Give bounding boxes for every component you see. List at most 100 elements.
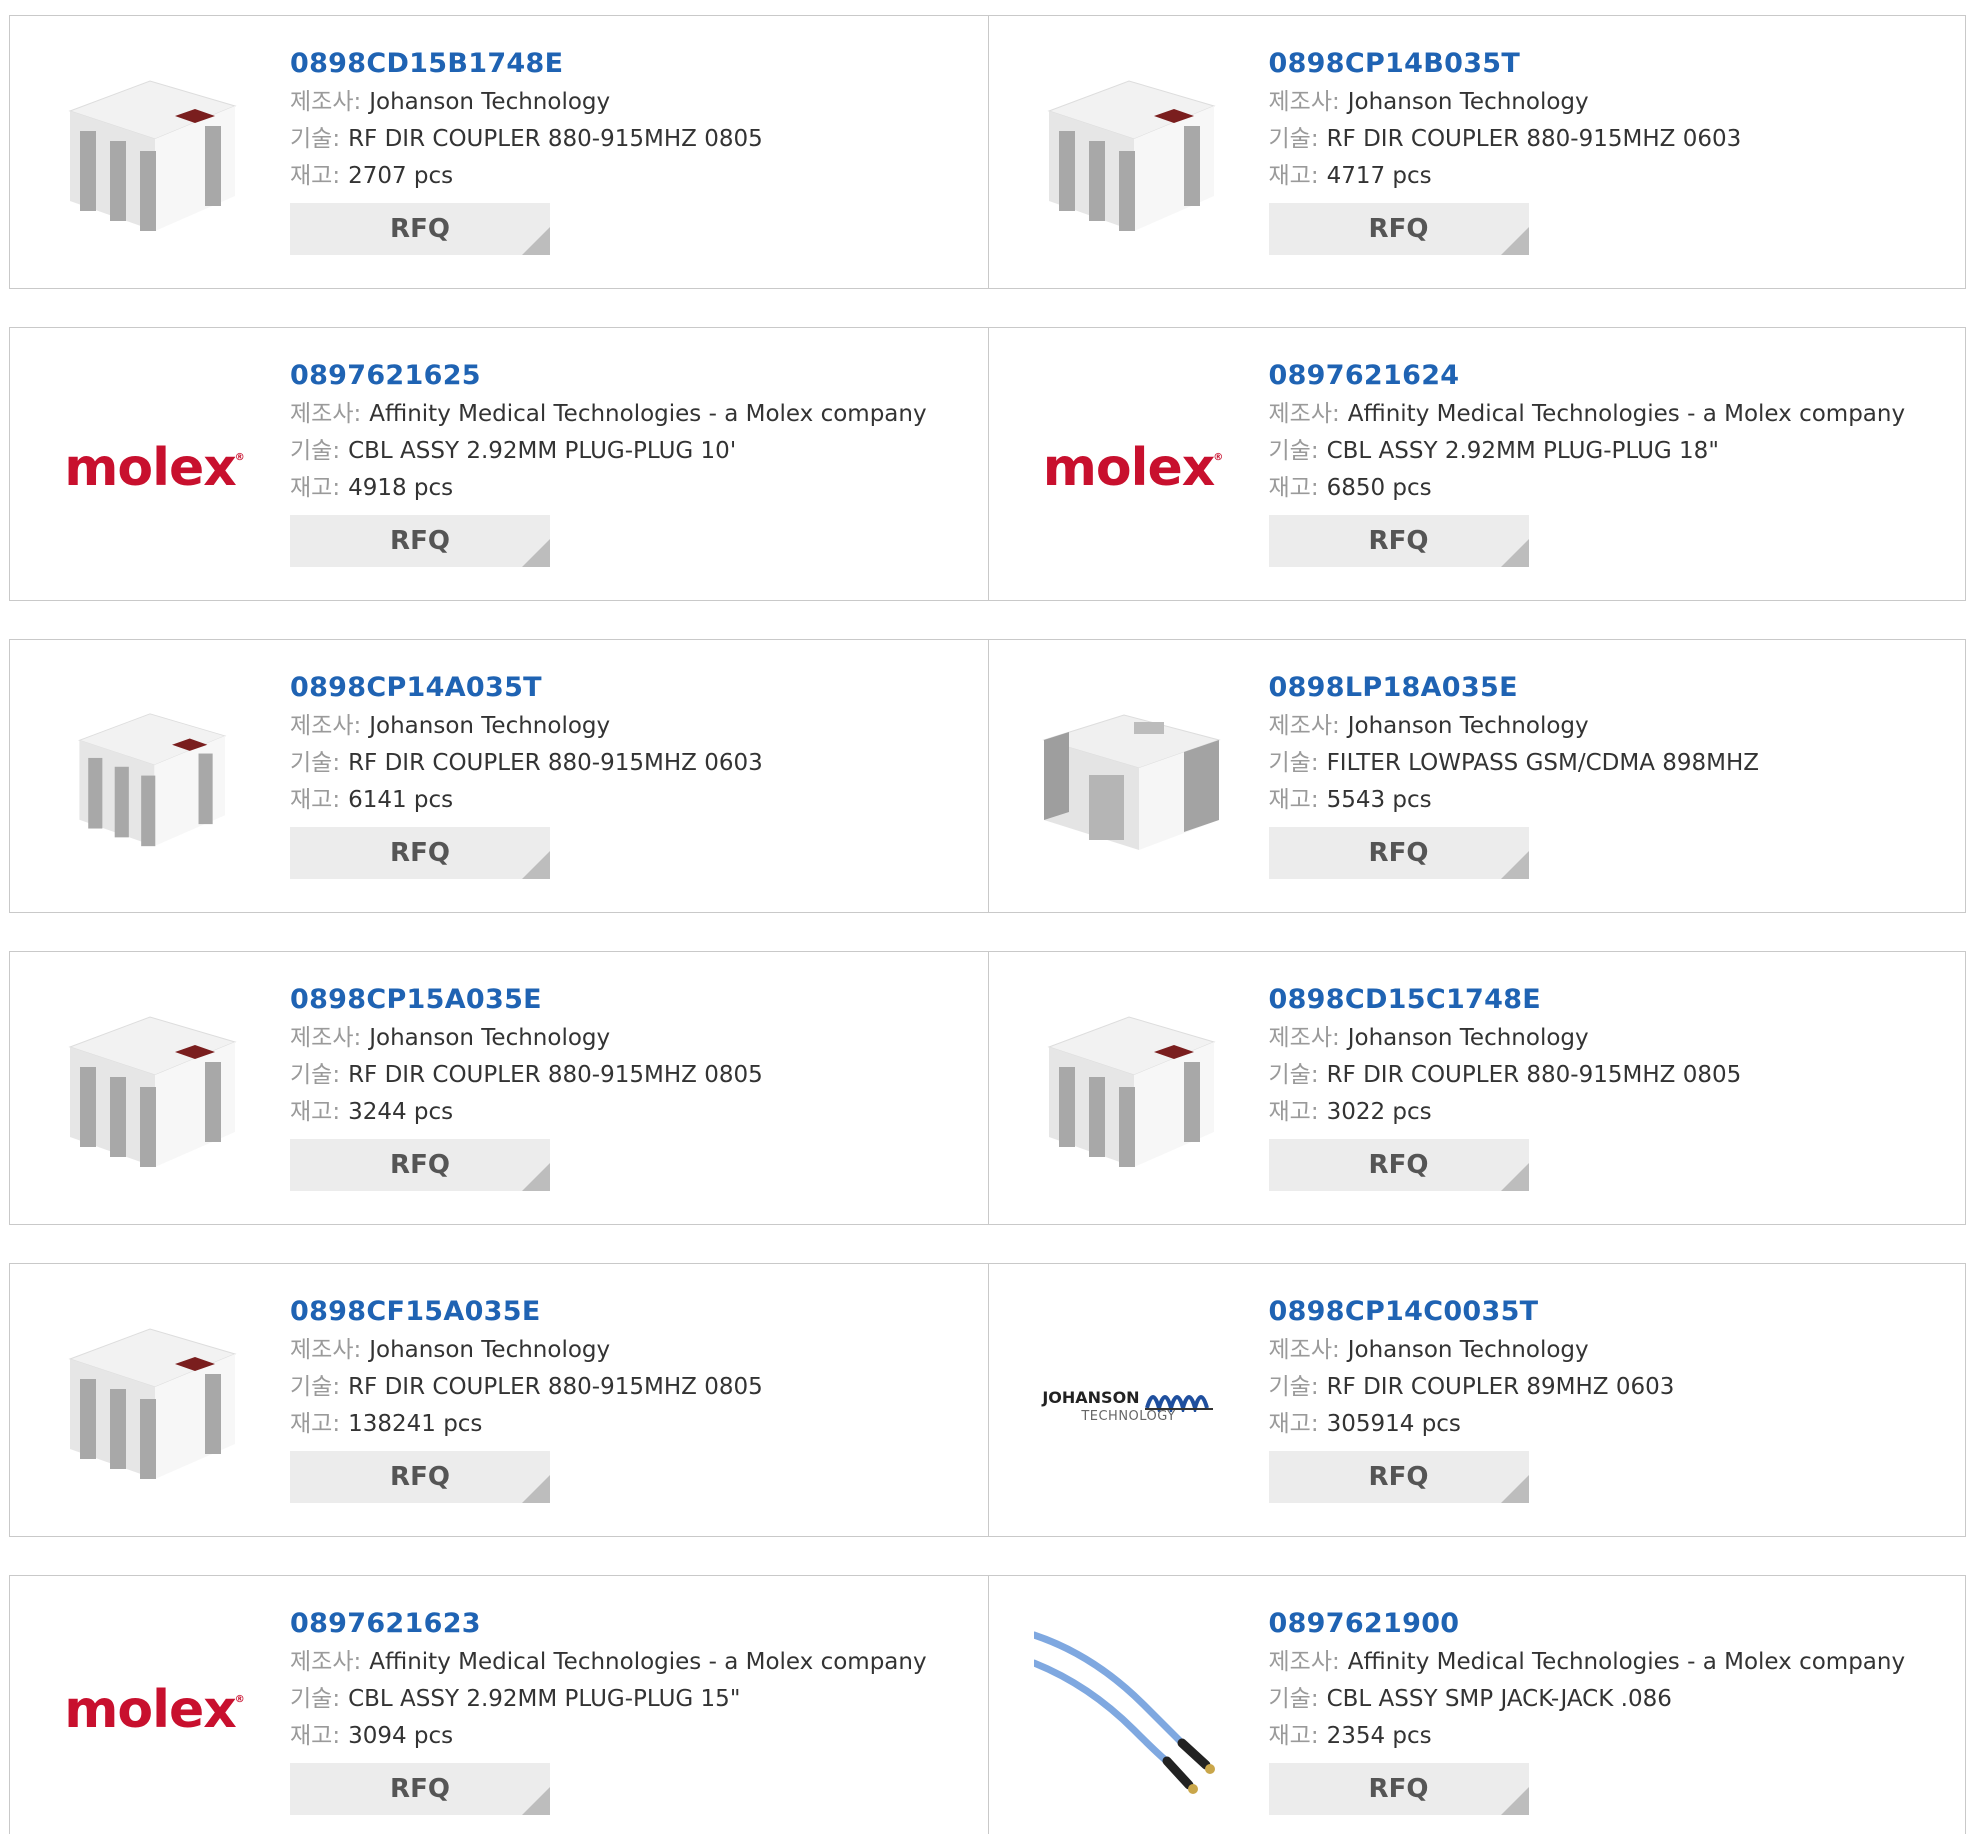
product-card: JOHANSON TECHNOLOGY 0898CP14C0035T 제조사: J… [987, 1264, 1966, 1536]
description-label: 기술: [1268, 1062, 1319, 1088]
part-number-link[interactable]: 0897621623 [290, 1604, 978, 1644]
corner-decoration [522, 1475, 550, 1503]
part-number-link[interactable]: 0897621624 [1269, 356, 1956, 396]
description-value: CBL ASSY 2.92MM PLUG-PLUG 18" [1326, 438, 1719, 464]
part-number-link[interactable]: 0898LP18A035E [1269, 668, 1956, 708]
manufacturer-label: 제조사: [290, 713, 362, 739]
rfq-button[interactable]: RFQ [290, 827, 550, 879]
part-number-link[interactable]: 0898CD15C1748E [1269, 980, 1956, 1020]
rfq-button[interactable]: RFQ [1268, 1139, 1529, 1191]
molex-logo[interactable]: molex ® [50, 368, 250, 568]
rfq-label: RFQ [390, 1462, 450, 1492]
part-number-link[interactable]: 0898CP14A035T [290, 668, 978, 708]
rfq-label: RFQ [390, 526, 450, 556]
rfq-label: RFQ [1368, 526, 1429, 556]
product-card: 0898CP15A035E 제조사: Johanson Technology 기술… [10, 952, 988, 1224]
stock-value: 5543 pcs [1326, 787, 1432, 813]
stock-label: 재고: [1268, 1099, 1319, 1125]
manufacturer-value: Johanson Technology [369, 1337, 611, 1363]
product-card: 0898CP14B035T 제조사: Johanson Technology 기술… [987, 16, 1966, 288]
description-label: 기술: [1268, 438, 1319, 464]
manufacturer-value: Affinity Medical Technologies - a Molex … [1347, 1649, 1906, 1675]
johanson-logo-text: JOHANSON [1042, 1387, 1140, 1407]
rfq-button[interactable]: RFQ [290, 1451, 550, 1503]
description-label: 기술: [290, 126, 341, 152]
product-card: molex ® 0897621624 제조사: Affinity Medical T… [987, 328, 1966, 600]
cable-icon[interactable] [1029, 1610, 1229, 1810]
rfq-button[interactable]: RFQ [1268, 1451, 1529, 1503]
johanson-logo[interactable]: JOHANSON TECHNOLOGY [1029, 1304, 1229, 1504]
description-value: FILTER LOWPASS GSM/CDMA 898MHZ [1326, 750, 1760, 776]
corner-decoration [1500, 539, 1529, 567]
stock-value: 305914 pcs [1326, 1411, 1461, 1437]
johanson-wave-icon [1144, 1395, 1213, 1416]
rfq-label: RFQ [1368, 1150, 1429, 1180]
rfq-button[interactable]: RFQ [290, 1139, 550, 1191]
corner-decoration [1500, 1787, 1529, 1815]
coupler-chip-icon[interactable] [50, 680, 250, 880]
product-card: 0898CD15C1748E 제조사: Johanson Technology 기… [987, 952, 1966, 1224]
stock-label: 재고: [290, 1411, 341, 1437]
coupler-chip-icon[interactable] [50, 56, 250, 256]
product-row: molex ® 0897621625 제조사: Affinity Medical T… [9, 327, 1966, 601]
manufacturer-label: 제조사: [290, 1337, 362, 1363]
rfq-button[interactable]: RFQ [1268, 515, 1529, 567]
coupler-chip-icon[interactable] [1029, 56, 1229, 256]
manufacturer-value: Johanson Technology [369, 1025, 611, 1051]
rfq-button[interactable]: RFQ [1268, 1763, 1529, 1815]
manufacturer-label: 제조사: [1268, 401, 1340, 427]
stock-value: 4918 pcs [348, 475, 454, 501]
description-value: CBL ASSY SMP JACK-JACK .086 [1326, 1686, 1672, 1712]
manufacturer-label: 제조사: [290, 1649, 362, 1675]
part-number-link[interactable]: 0898CP15A035E [290, 980, 978, 1020]
product-grid: 0898CD15B1748E 제조사: Johanson Technology 기… [0, 0, 1969, 1834]
manufacturer-value: Johanson Technology [369, 89, 611, 115]
molex-logo-text: molex [1042, 438, 1216, 498]
molex-logo[interactable]: molex ® [1029, 368, 1229, 568]
rfq-label: RFQ [1368, 214, 1429, 244]
description-value: RF DIR COUPLER 880-915MHZ 0805 [1326, 1062, 1742, 1088]
part-number-link[interactable]: 0898CF15A035E [290, 1292, 978, 1332]
manufacturer-label: 제조사: [290, 89, 362, 115]
corner-decoration [1500, 227, 1529, 255]
part-number-link[interactable]: 0898CD15B1748E [290, 44, 978, 84]
description-label: 기술: [290, 1374, 341, 1400]
part-number-link[interactable]: 0898CP14C0035T [1269, 1292, 1956, 1332]
description-label: 기술: [1268, 126, 1319, 152]
rfq-label: RFQ [390, 1150, 450, 1180]
rfq-button[interactable]: RFQ [290, 515, 550, 567]
part-number-link[interactable]: 0897621900 [1269, 1604, 1956, 1644]
product-card: 0898CF15A035E 제조사: Johanson Technology 기술… [10, 1264, 988, 1536]
rfq-button[interactable]: RFQ [1268, 203, 1529, 255]
manufacturer-value: Johanson Technology [1347, 713, 1589, 739]
molex-logo-text: molex [64, 1680, 237, 1740]
product-card: 0897621900 제조사: Affinity Medical Technolo… [987, 1576, 1966, 1834]
part-number-link[interactable]: 0898CP14B035T [1269, 44, 1956, 84]
coupler-chip-icon[interactable] [50, 1304, 250, 1504]
stock-value: 6850 pcs [1326, 475, 1432, 501]
part-number-link[interactable]: 0897621625 [290, 356, 978, 396]
filter-chip-icon[interactable] [1029, 680, 1229, 880]
product-row: 0898CP14A035T 제조사: Johanson Technology 기술… [9, 639, 1966, 913]
description-label: 기술: [290, 438, 341, 464]
corner-decoration [522, 1163, 550, 1191]
description-label: 기술: [1268, 1374, 1319, 1400]
description-value: RF DIR COUPLER 880-915MHZ 0805 [348, 1062, 763, 1088]
description-value: CBL ASSY 2.92MM PLUG-PLUG 10' [348, 438, 737, 464]
description-value: RF DIR COUPLER 880-915MHZ 0805 [348, 1374, 763, 1400]
coupler-chip-icon[interactable] [1029, 992, 1229, 1192]
corner-decoration [522, 851, 550, 879]
stock-label: 재고: [1268, 1411, 1319, 1437]
stock-label: 재고: [290, 1723, 341, 1749]
stock-value: 2707 pcs [348, 163, 454, 189]
product-row: 0898CP15A035E 제조사: Johanson Technology 기술… [9, 951, 1966, 1225]
rfq-button[interactable]: RFQ [290, 1763, 550, 1815]
rfq-button[interactable]: RFQ [1268, 827, 1529, 879]
manufacturer-label: 제조사: [290, 1025, 362, 1051]
corner-decoration [1500, 1163, 1529, 1191]
rfq-button[interactable]: RFQ [290, 203, 550, 255]
coupler-chip-icon[interactable] [50, 992, 250, 1192]
molex-logo[interactable]: molex ® [50, 1610, 250, 1810]
stock-label: 재고: [1268, 1723, 1319, 1749]
description-value: RF DIR COUPLER 880-915MHZ 0603 [348, 750, 763, 776]
